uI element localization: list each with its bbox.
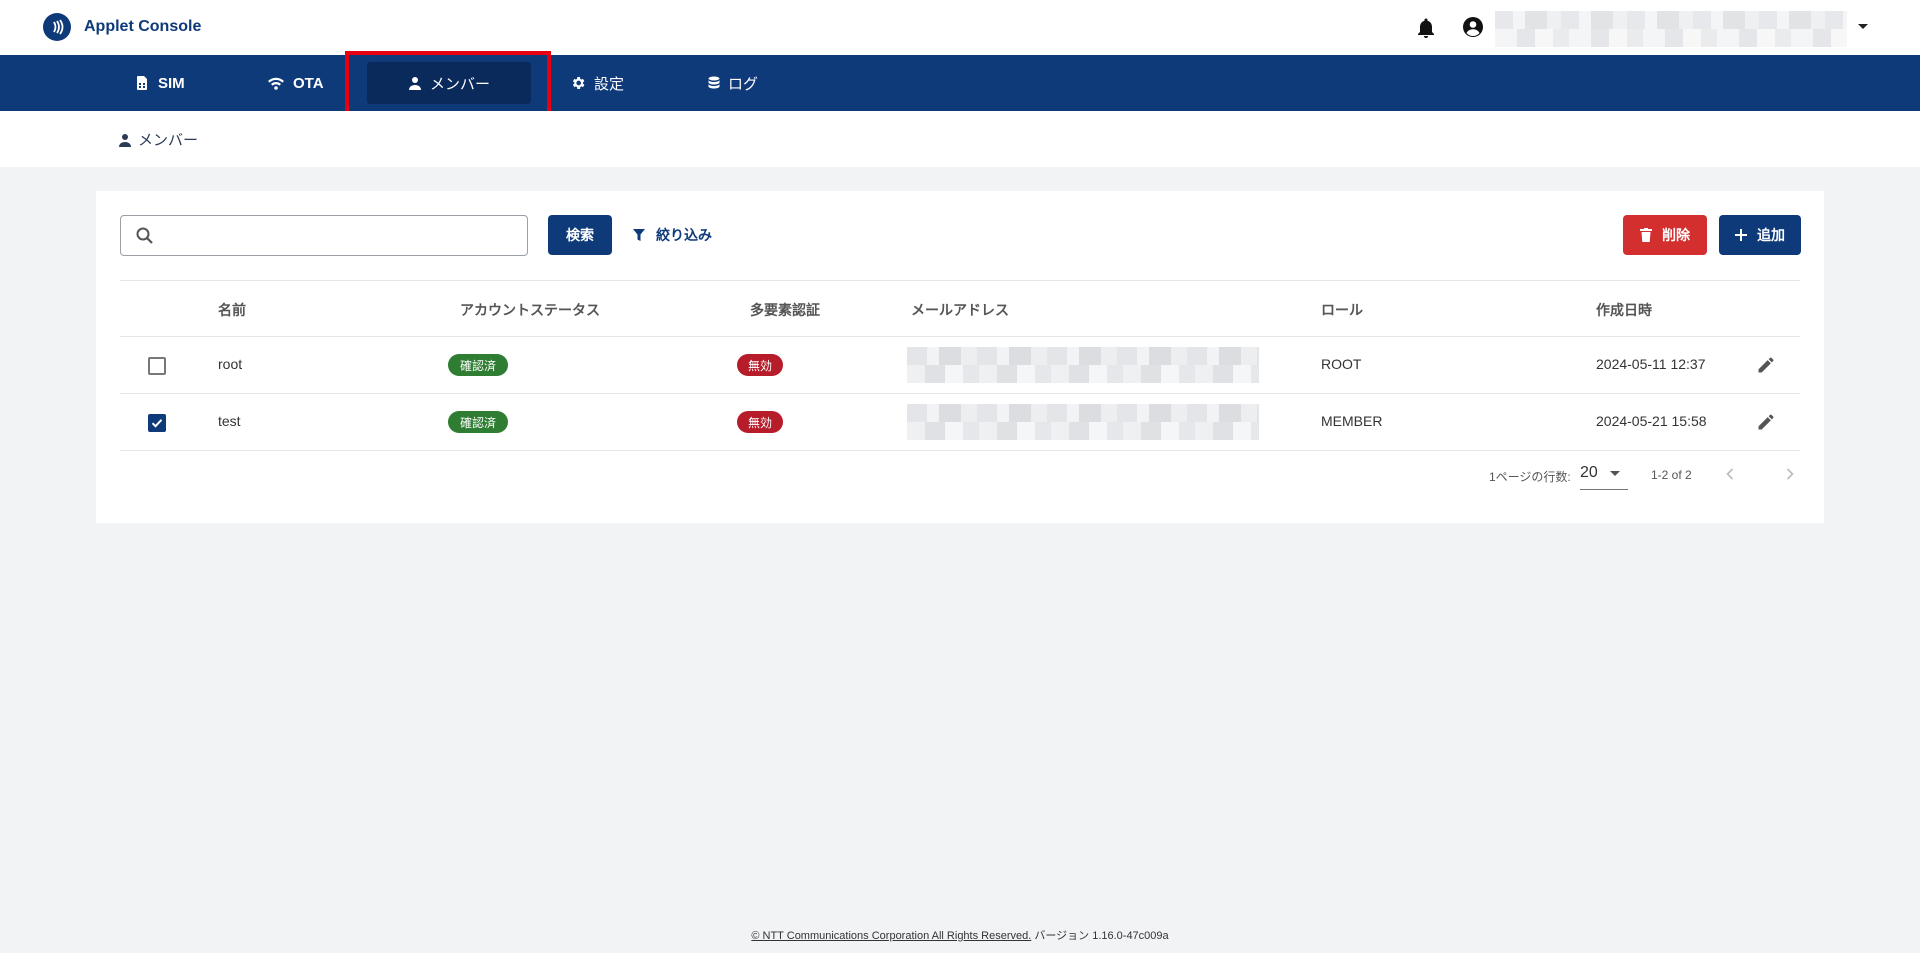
footer: © NTT Communications Corporation All Rig… — [0, 927, 1920, 943]
gear-icon — [572, 77, 585, 89]
mfa-badge: 無効 — [737, 354, 783, 376]
copyright-link[interactable]: © NTT Communications Corporation All Rig… — [751, 930, 1031, 942]
nav-item-label: ログ — [728, 75, 759, 93]
database-icon — [708, 76, 720, 89]
status-badge: 確認済 — [448, 411, 508, 433]
account-menu-caret-icon[interactable] — [1858, 24, 1868, 29]
chevron-right-icon[interactable] — [1780, 464, 1800, 484]
notification-bell-icon[interactable] — [1414, 16, 1438, 40]
app-logo-icon — [43, 13, 71, 41]
email-redacted — [907, 404, 1259, 440]
trash-icon — [1640, 228, 1652, 242]
search-field[interactable] — [120, 215, 528, 256]
search-input[interactable] — [165, 224, 515, 248]
edit-pencil-icon[interactable] — [1756, 412, 1776, 432]
column-header-account-status[interactable]: アカウントステータス — [460, 300, 600, 320]
column-header-email[interactable]: メールアドレス — [911, 300, 1009, 320]
cell-name: test — [218, 413, 241, 429]
nav-item-members[interactable]: メンバー — [367, 62, 531, 104]
row-checkbox[interactable] — [148, 357, 166, 375]
sim-card-icon — [137, 76, 147, 90]
app-title: Applet Console — [84, 18, 202, 35]
edit-pencil-icon[interactable] — [1756, 355, 1776, 375]
status-badge: 確認済 — [448, 354, 508, 376]
account-circle-icon[interactable] — [1461, 15, 1485, 39]
nav-item-label: メンバー — [429, 75, 490, 93]
add-button[interactable]: 追加 — [1719, 215, 1801, 255]
mfa-badge: 無効 — [737, 411, 783, 433]
cell-created: 2024-05-11 12:37 — [1596, 356, 1706, 372]
breadcrumb: メンバー — [118, 129, 198, 150]
cell-role: MEMBER — [1321, 413, 1383, 429]
wifi-icon — [268, 77, 284, 90]
column-header-name[interactable]: 名前 — [218, 300, 246, 320]
delete-label: 削除 — [1662, 227, 1690, 243]
nav-item-logs[interactable]: ログ — [694, 62, 772, 104]
rows-per-page-label: 1ページの行数: — [1489, 470, 1571, 484]
person-icon — [119, 133, 131, 147]
members-table: 名前 アカウントステータス 多要素認証 メールアドレス ロール 作成日時 roo… — [120, 280, 1800, 451]
top-header: Applet Console — [0, 0, 1920, 55]
filter-button[interactable]: 絞り込み — [632, 225, 712, 245]
chevron-down-icon — [1610, 471, 1620, 476]
breadcrumb-label: メンバー — [138, 132, 199, 149]
version-text: バージョン 1.16.0-47c009a — [1034, 930, 1169, 942]
pagination: 1ページの行数: 20 1-2 of 2 — [120, 456, 1800, 496]
members-card: 検索 絞り込み 削除 追加 名前 アカウントステータス 多要素認証 メールアドレ… — [96, 191, 1824, 523]
rows-per-page-select[interactable]: 20 — [1580, 460, 1628, 490]
table-row[interactable]: root 確認済 無効 ROOT 2024-05-11 12:37 — [120, 337, 1800, 394]
cell-role: ROOT — [1321, 356, 1362, 372]
nav-item-label: OTA — [293, 74, 324, 92]
nav-item-ota[interactable]: OTA — [253, 62, 338, 104]
table-header: 名前 アカウントステータス 多要素認証 メールアドレス ロール 作成日時 — [120, 280, 1800, 337]
column-header-created[interactable]: 作成日時 — [1596, 300, 1652, 320]
search-button[interactable]: 検索 — [548, 215, 612, 255]
nav-item-settings[interactable]: 設定 — [556, 62, 638, 104]
filter-label: 絞り込み — [656, 227, 712, 243]
table-row[interactable]: test 確認済 無効 MEMBER 2024-05-21 15:58 — [120, 394, 1800, 451]
delete-button[interactable]: 削除 — [1623, 215, 1707, 255]
column-header-role[interactable]: ロール — [1321, 300, 1363, 320]
user-info-redacted[interactable] — [1495, 11, 1847, 47]
breadcrumb-bar: メンバー — [0, 111, 1920, 167]
person-icon — [408, 77, 421, 90]
cell-created: 2024-05-21 15:58 — [1596, 413, 1707, 429]
nav-item-label: 設定 — [594, 75, 625, 93]
email-redacted — [907, 347, 1259, 383]
search-icon — [136, 227, 153, 244]
nav-item-sim[interactable]: SIM — [120, 62, 199, 104]
row-checkbox[interactable] — [148, 414, 166, 432]
chevron-left-icon[interactable] — [1720, 464, 1740, 484]
pagination-range: 1-2 of 2 — [1651, 468, 1692, 482]
column-header-mfa[interactable]: 多要素認証 — [750, 300, 820, 320]
cell-name: root — [218, 356, 243, 372]
main-navigation: SIM OTA メンバー 設定 ログ — [0, 55, 1920, 111]
add-label: 追加 — [1757, 227, 1785, 243]
filter-icon — [633, 229, 645, 241]
checkmark-icon — [151, 419, 163, 428]
plus-icon — [1735, 229, 1747, 241]
rows-per-page-value: 20 — [1580, 464, 1598, 481]
nav-item-label: SIM — [158, 74, 185, 92]
